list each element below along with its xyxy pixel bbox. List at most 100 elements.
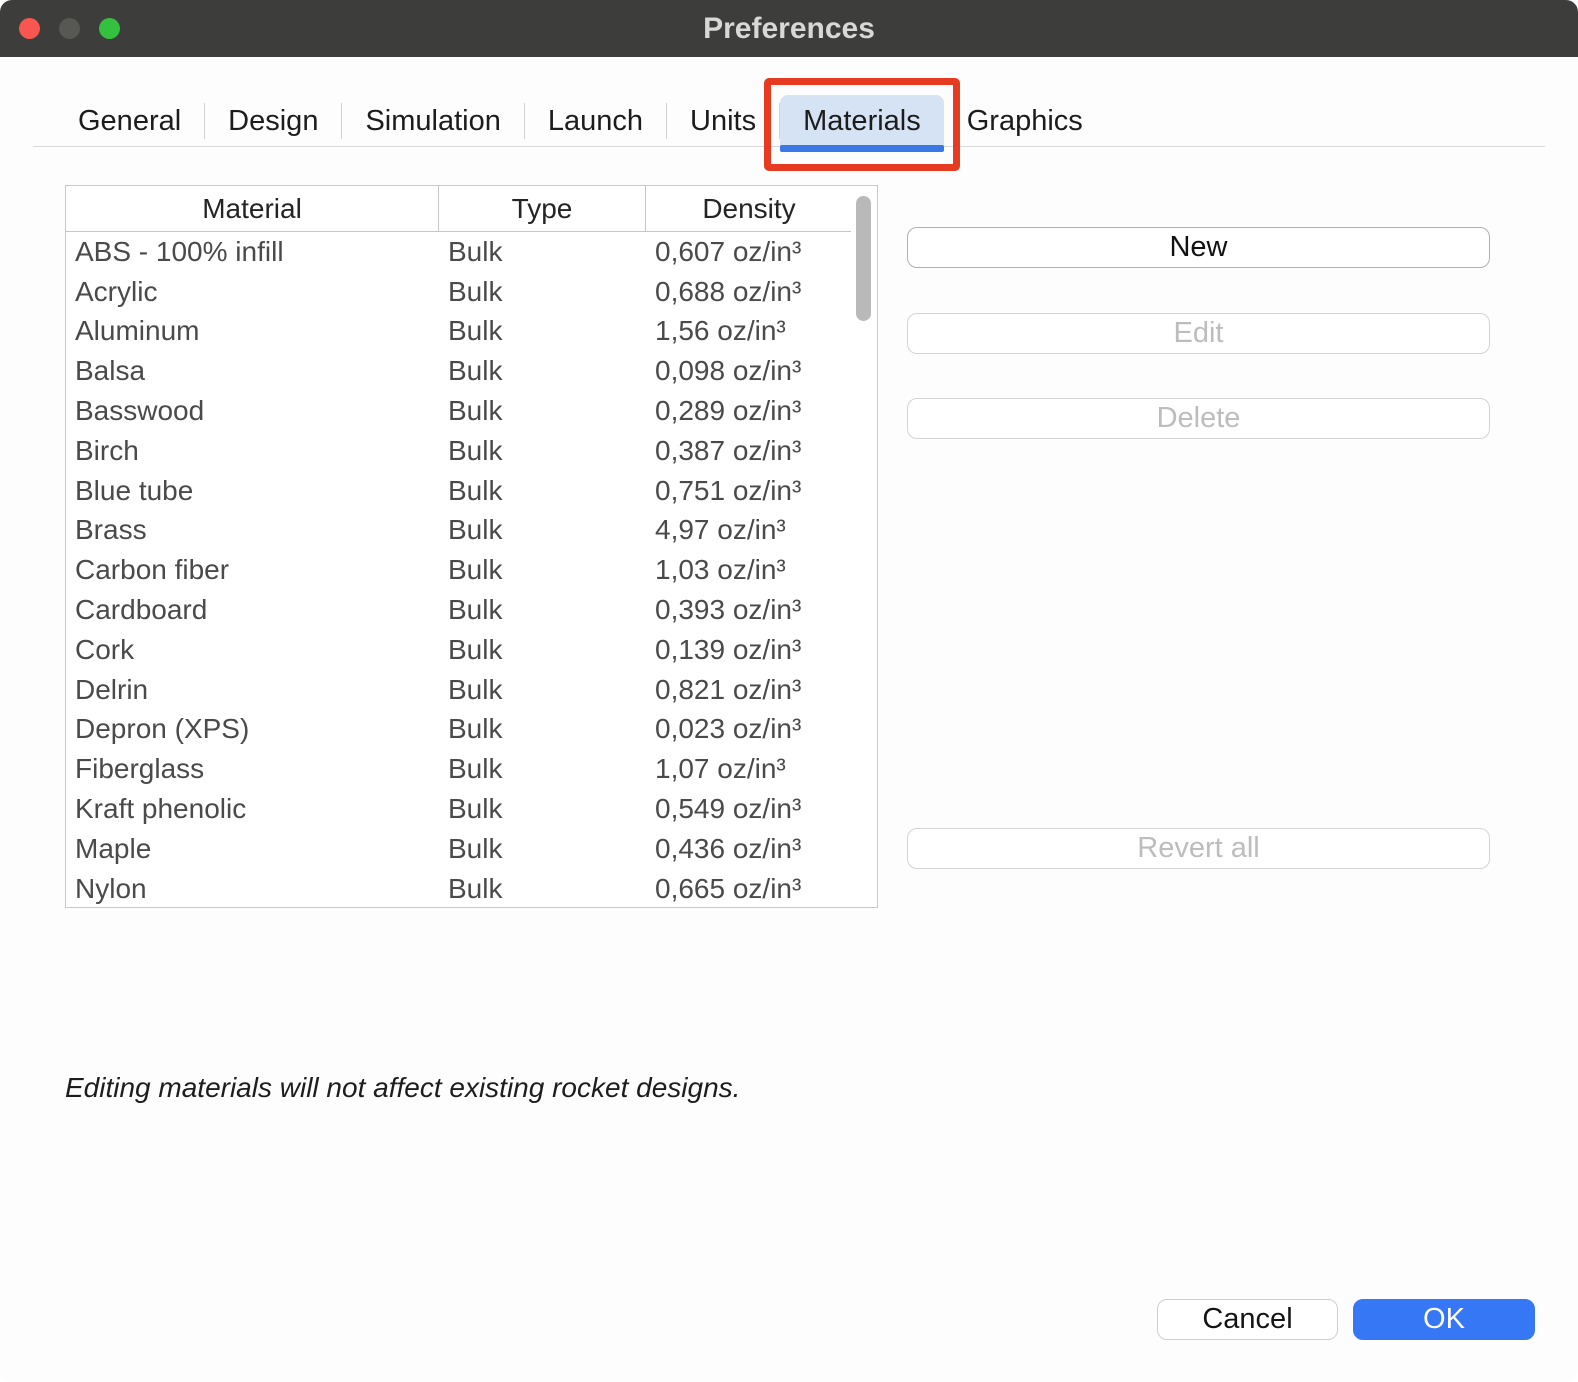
cell-density: 0,387 oz/in³ xyxy=(646,435,852,467)
table-row[interactable]: AcrylicBulk0,688 oz/in³ xyxy=(66,272,852,312)
cell-density: 0,665 oz/in³ xyxy=(646,873,852,905)
cell-density: 0,098 oz/in³ xyxy=(646,355,852,387)
table-row[interactable]: NylonBulk0,665 oz/in³ xyxy=(66,869,852,908)
cell-type: Bulk xyxy=(439,674,646,706)
table-row[interactable]: Depron (XPS)Bulk0,023 oz/in³ xyxy=(66,710,852,750)
column-header-material[interactable]: Material xyxy=(66,186,439,232)
table-row[interactable]: DelrinBulk0,821 oz/in³ xyxy=(66,670,852,710)
cell-type: Bulk xyxy=(439,276,646,308)
tab-graphics[interactable]: Graphics xyxy=(944,95,1106,147)
table-body: ABS - 100% infillBulk0,607 oz/in³Acrylic… xyxy=(66,232,852,908)
cell-material: Brass xyxy=(66,514,439,546)
cell-density: 0,139 oz/in³ xyxy=(646,634,852,666)
table-row[interactable]: Carbon fiberBulk1,03 oz/in³ xyxy=(66,550,852,590)
selected-tab-underline xyxy=(780,145,944,152)
cell-type: Bulk xyxy=(439,435,646,467)
cell-density: 0,393 oz/in³ xyxy=(646,594,852,626)
cell-type: Bulk xyxy=(439,713,646,745)
materials-table: Material Type Density ABS - 100% infillB… xyxy=(65,185,878,908)
cell-density: 4,97 oz/in³ xyxy=(646,514,852,546)
new-button[interactable]: New xyxy=(907,227,1490,268)
tab-design[interactable]: Design xyxy=(205,95,341,147)
cell-material: Basswood xyxy=(66,395,439,427)
cell-material: Balsa xyxy=(66,355,439,387)
cell-density: 0,436 oz/in³ xyxy=(646,833,852,865)
cell-type: Bulk xyxy=(439,634,646,666)
zoom-button[interactable] xyxy=(99,18,120,39)
cell-density: 0,821 oz/in³ xyxy=(646,674,852,706)
cell-density: 1,56 oz/in³ xyxy=(646,315,852,347)
cell-type: Bulk xyxy=(439,514,646,546)
cell-material: Nylon xyxy=(66,873,439,905)
cell-type: Bulk xyxy=(439,594,646,626)
table-row[interactable]: CorkBulk0,139 oz/in³ xyxy=(66,630,852,670)
table-row[interactable]: CardboardBulk0,393 oz/in³ xyxy=(66,590,852,630)
cell-material: ABS - 100% infill xyxy=(66,236,439,268)
table-row[interactable]: Kraft phenolicBulk0,549 oz/in³ xyxy=(66,789,852,829)
preferences-window: Preferences General Design Simulation La… xyxy=(0,0,1578,1382)
cell-type: Bulk xyxy=(439,355,646,387)
revert-all-button[interactable]: Revert all xyxy=(907,828,1490,869)
close-button[interactable] xyxy=(19,18,40,39)
tab-bar: General Design Simulation Launch Units M… xyxy=(55,95,1106,147)
delete-button[interactable]: Delete xyxy=(907,398,1490,439)
tab-units[interactable]: Units xyxy=(667,95,779,147)
cell-type: Bulk xyxy=(439,833,646,865)
cell-density: 0,549 oz/in³ xyxy=(646,793,852,825)
table-row[interactable]: BasswoodBulk0,289 oz/in³ xyxy=(66,391,852,431)
cell-type: Bulk xyxy=(439,753,646,785)
table-header: Material Type Density xyxy=(66,186,852,232)
cell-material: Depron (XPS) xyxy=(66,713,439,745)
cell-type: Bulk xyxy=(439,793,646,825)
cell-material: Cardboard xyxy=(66,594,439,626)
tab-materials-wrap: Materials xyxy=(780,95,944,147)
column-header-density[interactable]: Density xyxy=(646,186,852,232)
cell-type: Bulk xyxy=(439,475,646,507)
cell-density: 1,03 oz/in³ xyxy=(646,554,852,586)
cell-material: Carbon fiber xyxy=(66,554,439,586)
cell-density: 0,751 oz/in³ xyxy=(646,475,852,507)
cell-material: Blue tube xyxy=(66,475,439,507)
cell-density: 0,023 oz/in³ xyxy=(646,713,852,745)
traffic-lights xyxy=(19,18,120,39)
table-scrollbar[interactable] xyxy=(851,186,877,907)
cell-density: 0,289 oz/in³ xyxy=(646,395,852,427)
cell-material: Aluminum xyxy=(66,315,439,347)
cell-density: 0,607 oz/in³ xyxy=(646,236,852,268)
cell-type: Bulk xyxy=(439,315,646,347)
window-title: Preferences xyxy=(703,12,875,46)
tab-general[interactable]: General xyxy=(55,95,204,147)
cell-material: Cork xyxy=(66,634,439,666)
titlebar: Preferences xyxy=(0,0,1578,57)
tab-simulation[interactable]: Simulation xyxy=(342,95,523,147)
edit-button[interactable]: Edit xyxy=(907,313,1490,354)
table-row[interactable]: BalsaBulk0,098 oz/in³ xyxy=(66,351,852,391)
cell-type: Bulk xyxy=(439,873,646,905)
cell-density: 1,07 oz/in³ xyxy=(646,753,852,785)
cell-material: Birch xyxy=(66,435,439,467)
cell-type: Bulk xyxy=(439,554,646,586)
cell-type: Bulk xyxy=(439,236,646,268)
table-row[interactable]: AluminumBulk1,56 oz/in³ xyxy=(66,312,852,352)
cell-material: Kraft phenolic xyxy=(66,793,439,825)
table-row[interactable]: BrassBulk4,97 oz/in³ xyxy=(66,511,852,551)
tab-materials[interactable]: Materials xyxy=(780,95,944,147)
table-row[interactable]: ABS - 100% infillBulk0,607 oz/in³ xyxy=(66,232,852,272)
materials-note: Editing materials will not affect existi… xyxy=(65,1072,740,1104)
minimize-button[interactable] xyxy=(59,18,80,39)
table-row[interactable]: Blue tubeBulk0,751 oz/in³ xyxy=(66,471,852,511)
cell-density: 0,688 oz/in³ xyxy=(646,276,852,308)
tab-launch[interactable]: Launch xyxy=(525,95,666,147)
cell-type: Bulk xyxy=(439,395,646,427)
ok-button[interactable]: OK xyxy=(1353,1299,1535,1340)
cancel-button[interactable]: Cancel xyxy=(1157,1299,1338,1340)
table-row[interactable]: MapleBulk0,436 oz/in³ xyxy=(66,829,852,869)
scrollbar-thumb[interactable] xyxy=(856,196,871,321)
cell-material: Maple xyxy=(66,833,439,865)
cell-material: Fiberglass xyxy=(66,753,439,785)
table-row[interactable]: FiberglassBulk1,07 oz/in³ xyxy=(66,749,852,789)
cell-material: Delrin xyxy=(66,674,439,706)
cell-material: Acrylic xyxy=(66,276,439,308)
table-row[interactable]: BirchBulk0,387 oz/in³ xyxy=(66,431,852,471)
column-header-type[interactable]: Type xyxy=(439,186,646,232)
